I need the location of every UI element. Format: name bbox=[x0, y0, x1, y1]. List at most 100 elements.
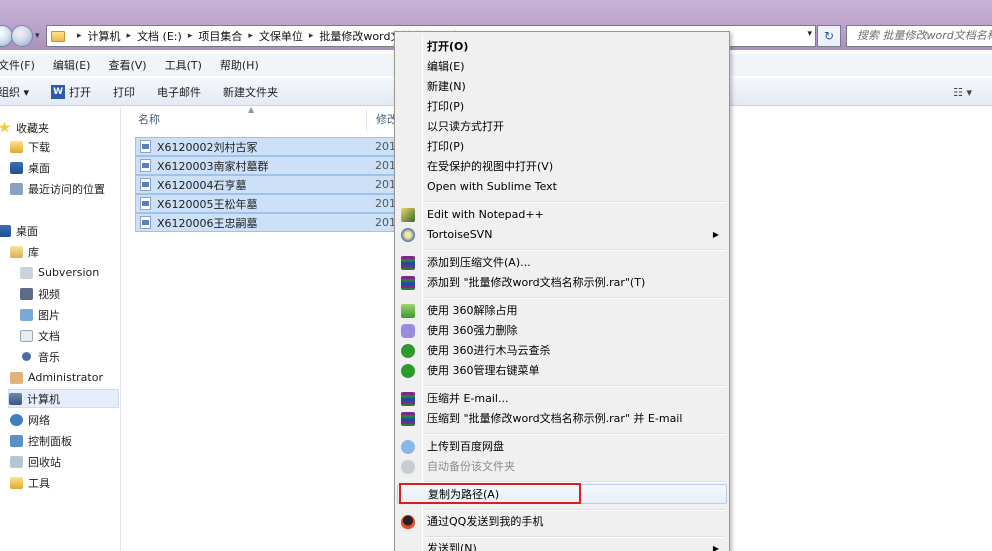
menu-help[interactable]: 帮助(H) bbox=[220, 57, 259, 73]
column-divider[interactable] bbox=[366, 109, 367, 131]
menu-new[interactable]: 新建(N) bbox=[397, 77, 727, 97]
menu-360-delete[interactable]: 使用 360强力删除 bbox=[397, 321, 727, 341]
menu-zip-named-email[interactable]: 压缩到 "批量修改word文档名称示例.rar" 并 E-mail bbox=[397, 409, 727, 429]
table-row[interactable]: X6120006王忠嗣墓 201 bbox=[135, 213, 397, 232]
360-scan-icon bbox=[401, 344, 415, 358]
control-panel-icon bbox=[10, 434, 23, 447]
nav-downloads[interactable]: 下载 bbox=[10, 137, 50, 156]
nav-administrator[interactable]: Administrator bbox=[10, 368, 103, 387]
menu-edit-doc[interactable]: 编辑(E) bbox=[397, 57, 727, 77]
menu-360-scan[interactable]: 使用 360进行木马云查杀 bbox=[397, 341, 727, 361]
menu-open-protected[interactable]: 在受保护的视图中打开(V) bbox=[397, 157, 727, 177]
360-shredder-icon bbox=[401, 324, 415, 338]
breadcrumb-projects[interactable]: 项目集合 bbox=[198, 28, 242, 44]
menu-separator bbox=[425, 433, 725, 435]
menu-open-sublime[interactable]: Open with Sublime Text bbox=[397, 177, 727, 197]
menu-view[interactable]: 查看(V) bbox=[108, 57, 146, 73]
menu-print-2[interactable]: 打印(P) bbox=[397, 137, 727, 157]
recent-pages-chevron-icon[interactable]: ▾ bbox=[35, 31, 40, 41]
nav-pictures[interactable]: 图片 bbox=[20, 305, 60, 324]
open-button-label: 打开 bbox=[69, 85, 92, 99]
context-menu: 打开(O) 编辑(E) 新建(N) 打印(P) 以只读方式打开 打印(P) 在受… bbox=[394, 31, 730, 551]
menu-360-manage[interactable]: 使用 360管理右键菜单 bbox=[397, 361, 727, 381]
chevron-right-icon[interactable]: ▸ bbox=[248, 31, 253, 41]
column-header-name[interactable]: 名称 bbox=[138, 109, 160, 131]
menu-baidu-backup[interactable]: 自动备份该文件夹 bbox=[397, 457, 727, 477]
nav-tools[interactable]: 工具 bbox=[10, 473, 50, 492]
menu-zip-email[interactable]: 压缩并 E-mail... bbox=[397, 389, 727, 409]
refresh-button[interactable]: ↻ bbox=[817, 25, 841, 47]
document-icon bbox=[20, 329, 33, 342]
print-button[interactable]: 打印 bbox=[113, 84, 135, 100]
video-icon bbox=[20, 287, 33, 300]
nav-desktop-fav[interactable]: 桌面 bbox=[10, 158, 50, 177]
menu-open-readonly[interactable]: 以只读方式打开 bbox=[397, 117, 727, 137]
breadcrumb-drive[interactable]: 文档 (E:) bbox=[137, 28, 182, 44]
tortoisesvn-icon bbox=[401, 228, 415, 242]
nav-control-panel[interactable]: 控制面板 bbox=[10, 431, 72, 450]
menu-separator bbox=[425, 297, 725, 299]
nav-favorites[interactable]: 收藏夹 bbox=[0, 118, 49, 137]
refresh-icon: ↻ bbox=[823, 29, 835, 43]
menu-rar-add[interactable]: 添加到压缩文件(A)... bbox=[397, 253, 727, 273]
menu-360-unlock[interactable]: 使用 360解除占用 bbox=[397, 301, 727, 321]
search-input[interactable]: 搜索 批量修改word文档名称示例 bbox=[846, 25, 992, 47]
star-icon bbox=[0, 121, 11, 133]
winrar-icon bbox=[401, 412, 415, 426]
breadcrumb-computer[interactable]: 计算机 bbox=[88, 28, 121, 44]
nav-music[interactable]: 音乐 bbox=[20, 347, 60, 366]
word-document-icon bbox=[140, 216, 151, 229]
nav-recycle-bin[interactable]: 回收站 bbox=[10, 452, 61, 471]
menu-open[interactable]: 打开(O) bbox=[397, 37, 727, 57]
menu-qq-send[interactable]: 通过QQ发送到我的手机 bbox=[397, 512, 727, 532]
email-button[interactable]: 电子邮件 bbox=[157, 84, 201, 100]
chevron-right-icon[interactable]: ▸ bbox=[309, 31, 314, 41]
chevron-right-icon[interactable]: ▸ bbox=[127, 31, 132, 41]
new-folder-button[interactable]: 新建文件夹 bbox=[223, 84, 278, 100]
nav-subversion[interactable]: Subversion bbox=[20, 263, 99, 282]
menu-tools[interactable]: 工具(T) bbox=[165, 57, 202, 73]
recent-places-icon bbox=[10, 182, 23, 195]
computer-icon bbox=[9, 392, 22, 405]
sort-ascending-icon: ▲ bbox=[248, 105, 255, 114]
nav-libraries[interactable]: 库 bbox=[10, 242, 39, 261]
winrar-icon bbox=[401, 276, 415, 290]
view-options-icon[interactable]: ☷ ▾ bbox=[953, 86, 972, 99]
winrar-icon bbox=[401, 392, 415, 406]
table-row[interactable]: X6120002刘村古冢 201 bbox=[135, 137, 397, 156]
table-row[interactable]: X6120005王松年墓 201 bbox=[135, 194, 397, 213]
organize-button[interactable]: 组织 ▾ bbox=[0, 84, 29, 100]
menu-file[interactable]: 文件(F) bbox=[0, 57, 35, 73]
chevron-right-icon[interactable]: ▸ bbox=[188, 31, 193, 41]
address-dropdown-icon[interactable]: ▾ bbox=[807, 29, 812, 39]
menu-edit[interactable]: 编辑(E) bbox=[53, 57, 91, 73]
user-folder-icon bbox=[10, 371, 23, 384]
word-document-icon bbox=[140, 197, 151, 210]
nav-computer[interactable]: 计算机 bbox=[8, 389, 119, 408]
forward-button[interactable] bbox=[11, 25, 33, 47]
menu-baidu-upload[interactable]: 上传到百度网盘 bbox=[397, 437, 727, 457]
nav-videos[interactable]: 视频 bbox=[20, 284, 60, 303]
menu-tortoisesvn[interactable]: TortoiseSVN ▶ bbox=[397, 225, 727, 245]
360-manage-icon bbox=[401, 364, 415, 378]
word-document-icon bbox=[140, 178, 151, 191]
menu-separator bbox=[425, 509, 725, 511]
menu-rar-add-named[interactable]: 添加到 "批量修改word文档名称示例.rar"(T) bbox=[397, 273, 727, 293]
menu-edit-notepadpp[interactable]: Edit with Notepad++ bbox=[397, 205, 727, 225]
nav-recent[interactable]: 最近访问的位置 bbox=[10, 179, 105, 198]
music-icon bbox=[22, 352, 31, 361]
menu-send-to[interactable]: 发送到(N) ▶ bbox=[397, 539, 727, 551]
nav-documents[interactable]: 文档 bbox=[20, 326, 60, 345]
chevron-right-icon[interactable]: ▸ bbox=[77, 31, 82, 41]
qq-penguin-icon bbox=[401, 515, 415, 529]
breadcrumb-heritage[interactable]: 文保单位 bbox=[259, 28, 303, 44]
menu-separator bbox=[425, 385, 725, 387]
nav-desktop[interactable]: 桌面 bbox=[0, 221, 38, 240]
table-row[interactable]: X6120003南家村墓群 201 bbox=[135, 156, 397, 175]
table-row[interactable]: X6120004石亨墓 201 bbox=[135, 175, 397, 194]
nav-network[interactable]: 网络 bbox=[10, 410, 50, 429]
open-button[interactable]: W 打开 bbox=[51, 84, 91, 100]
network-icon bbox=[10, 413, 23, 426]
notepadpp-icon bbox=[401, 208, 415, 222]
menu-print[interactable]: 打印(P) bbox=[397, 97, 727, 117]
